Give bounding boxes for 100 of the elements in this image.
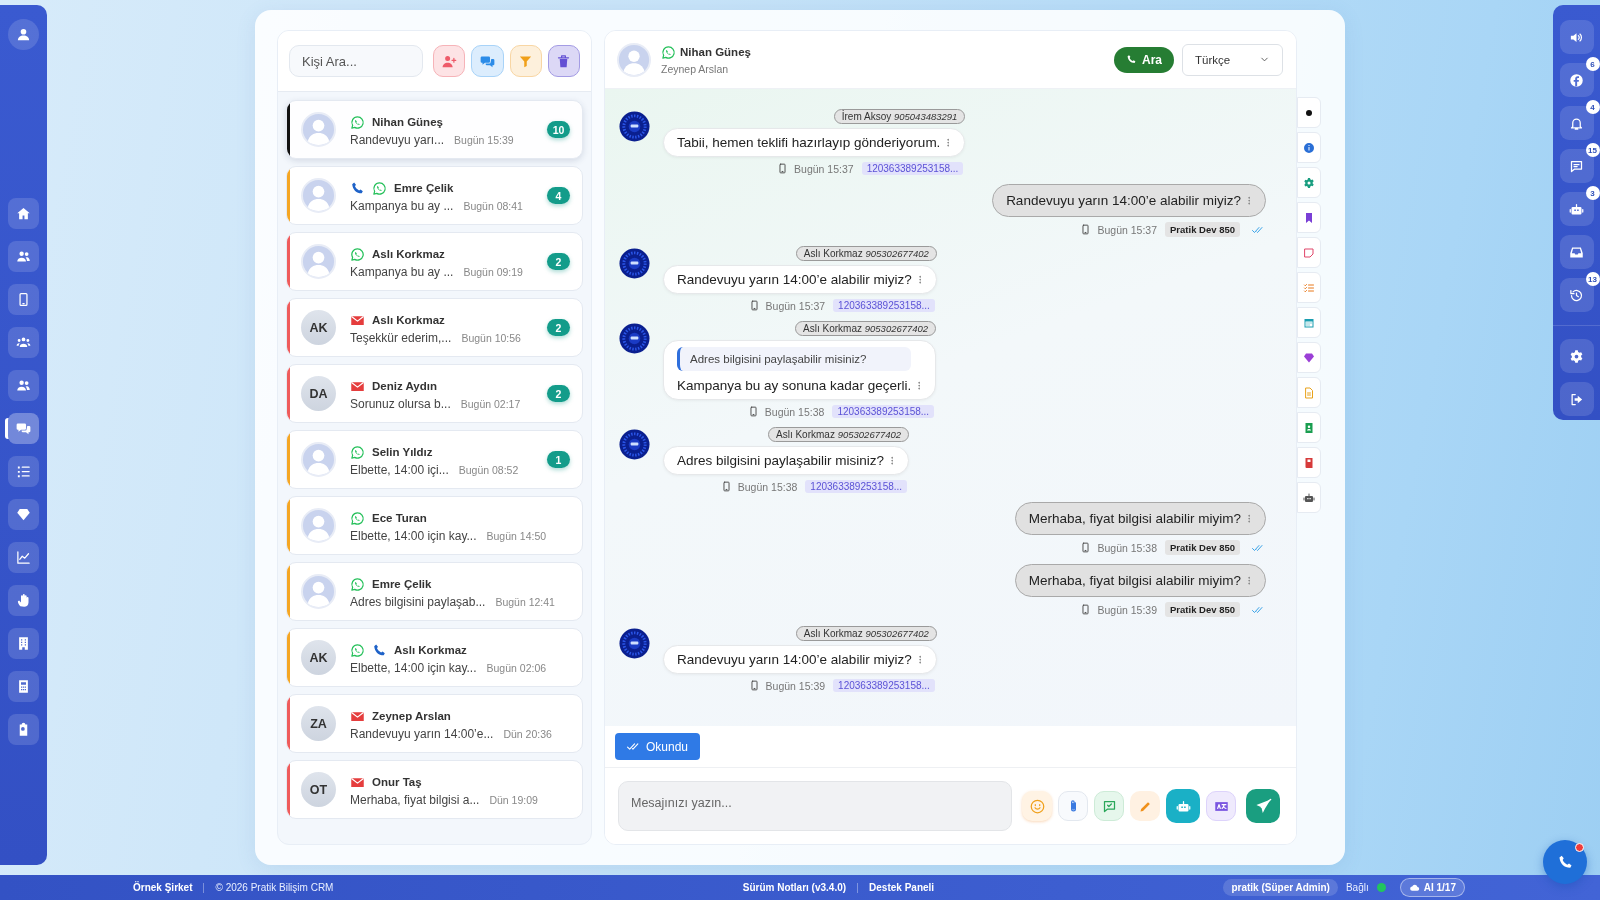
- contact-card[interactable]: Emre Çelik Adres bilgisini paylaşab... Bugün 12:41: [286, 562, 583, 621]
- message-text: Kampanya bu ay sonuna kadar geçerli.: [677, 378, 912, 393]
- message-time: Bugün 15:38: [737, 480, 798, 493]
- mobile-icon: [748, 300, 760, 311]
- notification-badge: 15: [1585, 143, 1600, 157]
- user-group-icon: [16, 335, 31, 350]
- search-field[interactable]: Kişi Ara...: [289, 45, 423, 77]
- nav-item[interactable]: [8, 499, 39, 530]
- sidebar-button[interactable]: [1559, 63, 1594, 97]
- message-time: Bugün 12:41: [495, 596, 555, 608]
- message-preview: Teşekkür ederim,...: [350, 331, 452, 345]
- nav-item[interactable]: [8, 671, 39, 702]
- nav-item[interactable]: [8, 19, 39, 50]
- company-name: Örnek Şirket: [133, 882, 193, 893]
- sidebar-button[interactable]: [1559, 106, 1594, 140]
- call-fab-button[interactable]: [1543, 840, 1587, 884]
- nav-item[interactable]: [8, 585, 39, 616]
- sidebar-button[interactable]: [1559, 382, 1594, 416]
- mobile-icon: [720, 481, 732, 492]
- whatsapp-icon: [350, 114, 365, 130]
- nav-item[interactable]: [8, 542, 39, 573]
- contact-name: Selin Yıldız: [372, 446, 433, 458]
- phone-icon: [1126, 54, 1137, 65]
- nav-item[interactable]: [8, 241, 39, 272]
- nav-item[interactable]: [8, 370, 39, 401]
- mark-read-button[interactable]: Okundu: [615, 733, 701, 760]
- sidebar-button[interactable]: [1559, 339, 1594, 373]
- nav-item[interactable]: [8, 198, 39, 229]
- contact-card[interactable]: Ece Turan Elbette, 14:00 için kay... Bugün 14:50: [286, 496, 583, 555]
- contact-card[interactable]: Aslı Korkmaz Kampanya bu ay ... Bugün 09:19 2: [286, 232, 583, 291]
- release-notes-link[interactable]: Sürüm Notları (v3.4.0): [742, 882, 847, 893]
- contact-card[interactable]: ZA Zeynep Arslan Randevuyu yarın 14:00’e... Dün 20:36: [286, 694, 583, 753]
- unread-count: 2: [547, 253, 570, 270]
- book-icon: [1303, 456, 1315, 469]
- copyright-text: © 2026 Pratik Bilişim CRM: [215, 882, 334, 893]
- connection-status: Bağlı: [1345, 882, 1369, 893]
- nav-item[interactable]: [8, 714, 39, 745]
- double-check-icon: [627, 740, 640, 753]
- checklist-icon: [1303, 281, 1315, 294]
- message-time: Bugün 08:52: [458, 464, 519, 476]
- agent-tag: Pratik Dev 850: [1165, 222, 1240, 237]
- message-time: Dün 19:09: [489, 794, 538, 806]
- file-icon: [1303, 386, 1315, 399]
- nav-item[interactable]: [8, 284, 39, 315]
- avatar-icon: [619, 111, 650, 142]
- add-contact-button[interactable]: [433, 45, 466, 77]
- mobile-icon: [1080, 542, 1092, 553]
- user-badge[interactable]: pratik (Süper Admin): [1223, 879, 1338, 896]
- contact-card[interactable]: AK Aslı Korkmaz Elbette, 14:00 için kay... Bugün 02:06: [286, 628, 583, 687]
- contact-card[interactable]: OT Onur Taş Merhaba, fiyat bilgisi a... Dün 19:09: [286, 760, 583, 819]
- translate-button[interactable]: [1206, 791, 1236, 821]
- nav-item[interactable]: [8, 456, 39, 487]
- message-id: 120363389253158...: [833, 299, 935, 312]
- message-preview: Elbette, 14:00 için kay...: [350, 529, 477, 543]
- message-text: Merhaba, fiyat bilgisi alabilir miyim?: [1028, 573, 1241, 588]
- sidebar-button[interactable]: [1559, 20, 1594, 54]
- nav-item[interactable]: [8, 327, 39, 358]
- contact-name: Emre Çelik: [372, 578, 432, 590]
- message-preview: Randevuyu yarın 14:00’e...: [350, 727, 494, 741]
- contact-card[interactable]: AK Aslı Korkmaz Teşekkür ederim,... Bugün 10:56 2: [286, 298, 583, 357]
- unread-count: 2: [547, 319, 570, 336]
- agent-tag: Pratik Dev 850: [1165, 540, 1240, 555]
- calendar-icon: [1303, 316, 1315, 329]
- attach-button[interactable]: [1058, 791, 1088, 821]
- template-button[interactable]: [1094, 791, 1124, 821]
- call-button[interactable]: Ara: [1114, 46, 1174, 73]
- nav-item[interactable]: [8, 628, 39, 659]
- logout-icon: [1569, 391, 1584, 407]
- message-time: Bugün 09:19: [463, 266, 523, 278]
- agent-tag: Pratik Dev 850: [1165, 602, 1240, 617]
- tool-button[interactable]: [1297, 202, 1321, 233]
- mobile-icon: [16, 292, 31, 307]
- contact-icon: [1303, 421, 1315, 434]
- delete-button[interactable]: [547, 45, 580, 77]
- sidebar-button[interactable]: [1559, 192, 1594, 226]
- language-select[interactable]: Türkçe: [1182, 43, 1283, 76]
- tool-button[interactable]: [1297, 97, 1321, 128]
- settings-icon: [1569, 348, 1584, 364]
- groups-button[interactable]: [471, 45, 504, 77]
- message-time: Bugün 15:39: [1097, 603, 1158, 616]
- avatar-icon: [619, 628, 650, 659]
- ai-usage-badge[interactable]: AI 1/17: [1399, 878, 1465, 897]
- contact-card[interactable]: Emre Çelik Kampanya bu ay ... Bugün 08:41 4: [286, 166, 583, 225]
- support-link[interactable]: Destek Paneli: [869, 882, 935, 893]
- whatsapp-icon: [350, 246, 365, 262]
- message-input[interactable]: Mesajınızı yazın...: [618, 781, 1012, 831]
- nav-item[interactable]: [8, 413, 39, 444]
- comment-icon: [1569, 158, 1584, 174]
- message-time: Dün 20:36: [503, 728, 552, 740]
- message-preview: Elbette, 14:00 içi...: [350, 463, 449, 477]
- message-time: Bugün 15:39: [765, 679, 826, 692]
- contact-card[interactable]: Nihan Güneş Randevuyu yarı... Bugün 15:39 10: [286, 100, 583, 159]
- sidebar-button[interactable]: [1559, 235, 1594, 269]
- tool-button[interactable]: [1297, 482, 1321, 513]
- send-button[interactable]: [1246, 789, 1280, 823]
- bot-button[interactable]: [1166, 789, 1200, 823]
- notification-badge: 3: [1585, 186, 1600, 200]
- contact-name: Emre Çelik: [394, 182, 454, 194]
- contact-card[interactable]: Selin Yıldız Elbette, 14:00 içi... Bugün 08:52 1: [286, 430, 583, 489]
- contact-card[interactable]: DA Deniz Aydın Sorunuz olursa b... Bugün 02:17 2: [286, 364, 583, 423]
